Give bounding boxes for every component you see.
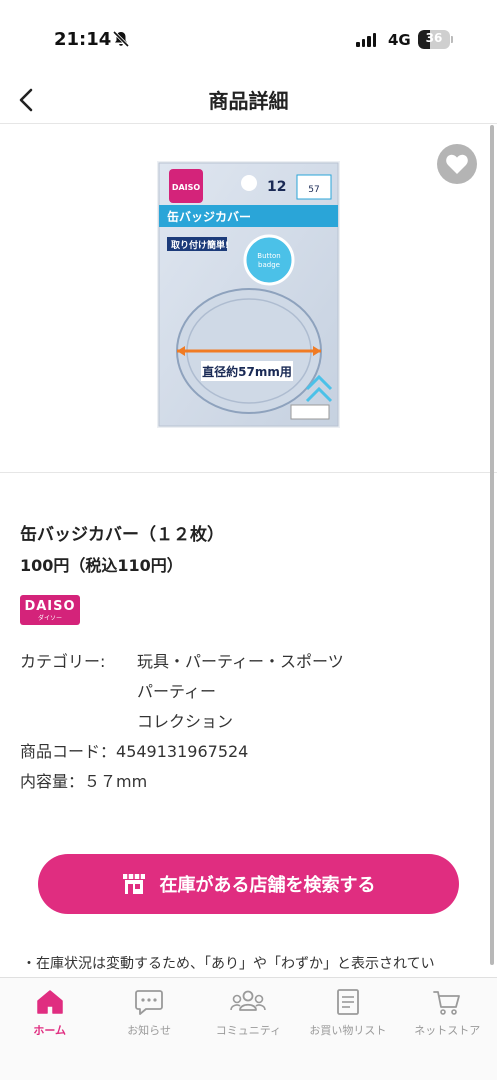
- category-row: カテゴリー: 玩具・パーティー・スポーツ: [0, 648, 497, 672]
- brand-logo-text: DAISO: [24, 599, 76, 614]
- shopping-list-icon: [336, 989, 359, 1015]
- category-row-2: パーティー: [0, 678, 497, 702]
- brand-logo-sub: ダイソー: [37, 615, 62, 622]
- bell-slash-icon: [112, 30, 130, 52]
- product-image-area: DAISO 12 57 缶バッジカバー Button badge 取り付け簡単!…: [0, 125, 497, 473]
- svg-text:取り付け簡単!: 取り付け簡単!: [171, 239, 229, 251]
- category-value-3[interactable]: コレクション: [137, 708, 233, 732]
- product-code: 4549131967524: [116, 742, 249, 761]
- tab-shopping-list[interactable]: お買い物リスト: [298, 978, 397, 1048]
- battery-percent: 36: [425, 31, 443, 45]
- content-amount-label: 内容量：: [20, 772, 85, 791]
- page-title: 商品詳細: [208, 89, 289, 113]
- chat-bubble-icon: [135, 990, 163, 1015]
- status-bar: 21:14 4G 36: [0, 0, 497, 80]
- store-search-button[interactable]: 在庫がある店舗を検索する: [38, 854, 459, 914]
- category-row-3: コレクション: [0, 708, 497, 732]
- tab-community[interactable]: コミュニティ: [199, 978, 298, 1048]
- battery-icon: 36: [418, 30, 450, 49]
- tab-notifications-label: お知らせ: [127, 1024, 171, 1037]
- tab-notifications[interactable]: お知らせ: [99, 978, 198, 1048]
- content-amount: ５７mm: [84, 772, 148, 791]
- svg-text:缶バッジカバー: 缶バッジカバー: [167, 209, 251, 224]
- category-value-1[interactable]: 玩具・パーティー・スポーツ: [137, 648, 344, 672]
- content-amount-row: 内容量：５７mm: [20, 768, 147, 792]
- product-code-row: 商品コード：4549131967524: [20, 738, 248, 762]
- nav-header: 商品詳細: [0, 80, 497, 124]
- favorite-button[interactable]: [437, 144, 477, 184]
- tab-net-store-label: ネットストア: [414, 1024, 481, 1037]
- signal-icon: [356, 33, 376, 47]
- product-name: 缶バッジカバー（１２枚）: [20, 525, 224, 545]
- stock-notice: ・在庫状況は変動するため、「あり」や「わずか」と表示されてい: [22, 956, 435, 972]
- brand-logo: DAISO ダイソー: [20, 595, 80, 625]
- heart-icon: [446, 154, 468, 174]
- store-search-label: 在庫がある店舗を検索する: [159, 875, 376, 896]
- product-price: 100円（税込110円）: [20, 556, 183, 575]
- store-icon: [122, 874, 145, 894]
- status-time: 21:14: [54, 29, 112, 50]
- community-icon: [230, 990, 267, 1011]
- network-type: 4G: [388, 31, 411, 49]
- home-icon: [36, 990, 63, 1014]
- product-detail-content[interactable]: DAISO 12 57 缶バッジカバー Button badge 取り付け簡単!…: [0, 125, 497, 977]
- svg-text:直径約57mm用: 直径約57mm用: [202, 364, 292, 379]
- svg-text:12: 12: [267, 179, 286, 195]
- scrollbar[interactable]: [490, 125, 494, 965]
- category-value-2[interactable]: パーティー: [137, 678, 216, 702]
- tab-community-label: コミュニティ: [215, 1024, 282, 1037]
- svg-text:Button: Button: [257, 252, 280, 260]
- tab-home[interactable]: ホーム: [0, 978, 99, 1048]
- bottom-tab-bar: ホーム お知らせ コミュニティ お買い物リスト ネットストア: [0, 977, 497, 1080]
- tab-net-store[interactable]: ネットストア: [398, 978, 497, 1048]
- badge-cover-package-image: DAISO 12 57 缶バッジカバー Button badge 取り付け簡単!…: [157, 161, 340, 428]
- svg-text:DAISO: DAISO: [172, 183, 201, 192]
- product-image[interactable]: DAISO 12 57 缶バッジカバー Button badge 取り付け簡単!…: [157, 161, 340, 428]
- svg-text:57: 57: [308, 185, 319, 195]
- cart-icon: [433, 991, 461, 1015]
- svg-text:badge: badge: [258, 261, 280, 269]
- battery-cap: [451, 36, 453, 43]
- category-label: カテゴリー:: [20, 652, 106, 671]
- tab-home-label: ホーム: [33, 1024, 67, 1037]
- product-code-label: 商品コード：: [20, 742, 117, 761]
- tab-shopping-list-label: お買い物リスト: [309, 1024, 387, 1037]
